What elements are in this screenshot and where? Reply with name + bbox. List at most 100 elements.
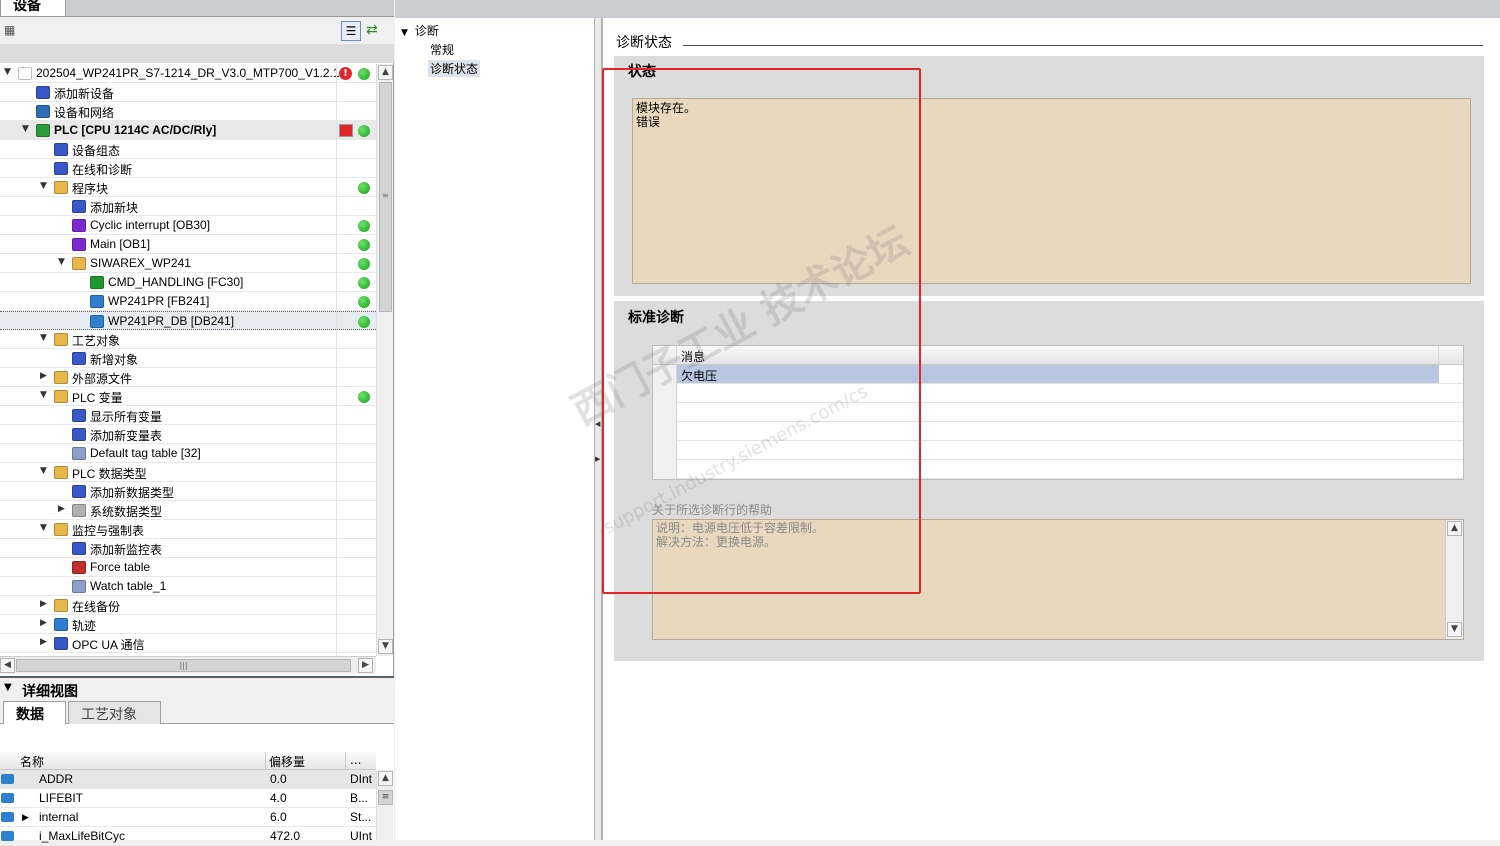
detail-row[interactable]: ▶ internal 6.0 St... (0, 808, 376, 827)
detail-scroll-up-icon[interactable]: ▲ (378, 771, 393, 786)
tree-item[interactable]: ▶ 轨迹 (0, 615, 376, 634)
expand-down-icon[interactable]: ▼ (40, 524, 48, 533)
tree-item[interactable]: 添加新块 (0, 197, 376, 216)
expand-right-icon[interactable]: ▶ (40, 372, 48, 381)
help-scrollbar[interactable]: ▲ ▼ (1445, 520, 1463, 639)
tree-item-label: 显示所有变量 (90, 410, 163, 424)
expand-right-icon[interactable]: ▶ (40, 619, 48, 628)
detail-scroll-thumb[interactable]: ≡ (378, 790, 393, 805)
nav-root[interactable]: ▼ 诊断 (401, 22, 439, 39)
tree-item[interactable]: Cyclic interrupt [OB30] (0, 216, 376, 235)
tree-item[interactable]: ▶ OPC UA 通信 (0, 634, 376, 653)
detail-cell-offset: 4.0 (270, 791, 287, 805)
tab-data[interactable]: 数据 (3, 701, 66, 724)
tree-item-label: 设备和网络 (54, 106, 115, 120)
detail-row[interactable]: i_MaxLifeBitCyc 472.0 UInt (0, 827, 376, 846)
expand-down-icon[interactable]: ▼ (40, 391, 48, 400)
tree-subheader (0, 44, 394, 63)
detail-row[interactable]: LIFEBIT 4.0 B... (0, 789, 376, 808)
col-type[interactable]: ... (350, 753, 361, 767)
tree-item[interactable]: Default tag table [32] (0, 444, 376, 463)
tree-item[interactable]: WP241PR_DB [DB241] (0, 311, 376, 330)
tree-item-label: 添加新设备 (54, 87, 115, 101)
expand-down-icon[interactable]: ▼ (58, 258, 66, 267)
tree-item-label: SIWAREX_WP241 (90, 256, 191, 270)
go-online-icon[interactable]: ⇄ (366, 22, 384, 40)
tree-item[interactable]: 添加新数据类型 (0, 482, 376, 501)
tree-item[interactable]: 新增对象 (0, 349, 376, 368)
tree-item[interactable]: CMD_HANDLING [FC30] (0, 273, 376, 292)
expand-down-icon[interactable]: ▼ (40, 182, 48, 191)
expand-right-icon[interactable]: ▶ (40, 600, 48, 609)
tree-item-label: 在线和诊断 (72, 163, 133, 177)
tree-item[interactable]: ▼ SIWAREX_WP241 (0, 254, 376, 273)
tab-tech-objects[interactable]: 工艺对象 (68, 701, 161, 724)
tree-item-label: 添加新监控表 (90, 543, 163, 557)
tree-item-label: 添加新变量表 (90, 429, 163, 443)
online-backup-icon (54, 599, 68, 612)
expand-down-icon[interactable]: ▼ (4, 68, 12, 77)
variable-icon (1, 774, 14, 784)
tree-item[interactable]: Main [OB1] (0, 235, 376, 254)
tree-item-label: Force table (90, 560, 151, 574)
tree-item[interactable]: WP241PR [FB241] (0, 292, 376, 311)
help-scroll-up-icon[interactable]: ▲ (1447, 521, 1462, 536)
tree-item[interactable]: ▼ PLC 数据类型 (0, 463, 376, 482)
tree-item[interactable]: ▼ 程序块 (0, 178, 376, 197)
add-object-icon (72, 352, 86, 365)
col-offset[interactable]: 偏移量 (269, 753, 305, 770)
detail-row[interactable]: ADDR 0.0 DInt (0, 770, 376, 789)
tree-item[interactable]: 添加新监控表 (0, 539, 376, 558)
scroll-down-icon[interactable]: ▼ (378, 639, 393, 654)
tree-item[interactable]: Watch table_1 (0, 577, 376, 596)
col-name[interactable]: 名称 (20, 753, 44, 770)
expand-down-icon[interactable]: ▼ (40, 334, 48, 343)
tree-item-label: 在线备份 (72, 600, 121, 614)
detail-cell-type: St... (350, 810, 372, 824)
expand-right-icon[interactable]: ▶ (40, 638, 48, 647)
tree-item-label: 202504_WP241PR_S7-1214_DR_V3.0_MTP700_V1… (36, 66, 350, 80)
tree-item[interactable]: 添加新变量表 (0, 425, 376, 444)
ob-icon (72, 219, 86, 232)
tree-horizontal-scrollbar[interactable]: ◀ ||| ▶ (0, 656, 376, 674)
expand-right-icon[interactable]: ▶ (22, 812, 29, 823)
tree-item[interactable]: 添加新设备 (0, 83, 376, 102)
expand-down-icon[interactable]: ▼ (22, 125, 30, 134)
scroll-left-icon[interactable]: ◀ (0, 658, 15, 673)
tech-object-icon (54, 333, 68, 346)
detail-cell-type: UInt (350, 829, 373, 843)
expand-right-icon[interactable]: ▶ (58, 505, 66, 514)
collapse-chevron-icon[interactable]: ▼ (4, 682, 12, 693)
tree-item[interactable]: ▶ 系统数据类型 (0, 501, 376, 520)
project-icon (18, 67, 32, 80)
expand-down-icon[interactable]: ▼ (40, 467, 48, 476)
detail-vertical-scrollbar[interactable]: ▲ ≡ (376, 770, 393, 840)
tree-item[interactable]: ▼ PLC [CPU 1214C AC/DC/Rly] (0, 121, 376, 140)
nav-item-general[interactable]: 常规 (430, 41, 454, 58)
tree-item-label: WP241PR [FB241] (108, 294, 210, 308)
tree-vertical-scrollbar[interactable]: ▲ ≡ ▼ (376, 64, 393, 656)
scroll-up-icon[interactable]: ▲ (378, 65, 393, 80)
tree-item[interactable]: 设备组态 (0, 140, 376, 159)
status-ok-icon (358, 239, 370, 251)
nav-item-diag-status[interactable]: 诊断状态 (428, 60, 481, 77)
tree-item[interactable]: ▼ 工艺对象 (0, 330, 376, 349)
help-scroll-down-icon[interactable]: ▼ (1447, 622, 1462, 637)
tree-item[interactable]: 显示所有变量 (0, 406, 376, 425)
tree-item[interactable]: Force table (0, 558, 376, 577)
tree-item[interactable]: ▼ 监控与强制表 (0, 520, 376, 539)
detail-view-header[interactable]: ▼ 详细视图 (0, 676, 394, 700)
tree-item[interactable]: ▶ 外部源文件 (0, 368, 376, 387)
properties-icon[interactable]: ▦ (4, 23, 20, 37)
tree-item[interactable]: 设备和网络 (0, 102, 376, 121)
tab-devices[interactable]: 设备 (0, 0, 66, 17)
tree-scroll-thumb[interactable]: ≡ (379, 82, 392, 312)
tree-item[interactable]: 在线和诊断 (0, 159, 376, 178)
tree-item[interactable]: ▼ 202504_WP241PR_S7-1214_DR_V3.0_MTP700_V… (0, 64, 376, 83)
scroll-right-icon[interactable]: ▶ (358, 658, 373, 673)
tree-item[interactable]: ▶ 在线备份 (0, 596, 376, 615)
tree-item[interactable]: ▼ PLC 变量 (0, 387, 376, 406)
tree-hscroll-thumb[interactable]: ||| (16, 659, 351, 672)
overview-toggle-button[interactable]: ☰ (341, 21, 361, 41)
collapse-right-icon[interactable]: ▶ (595, 455, 600, 463)
